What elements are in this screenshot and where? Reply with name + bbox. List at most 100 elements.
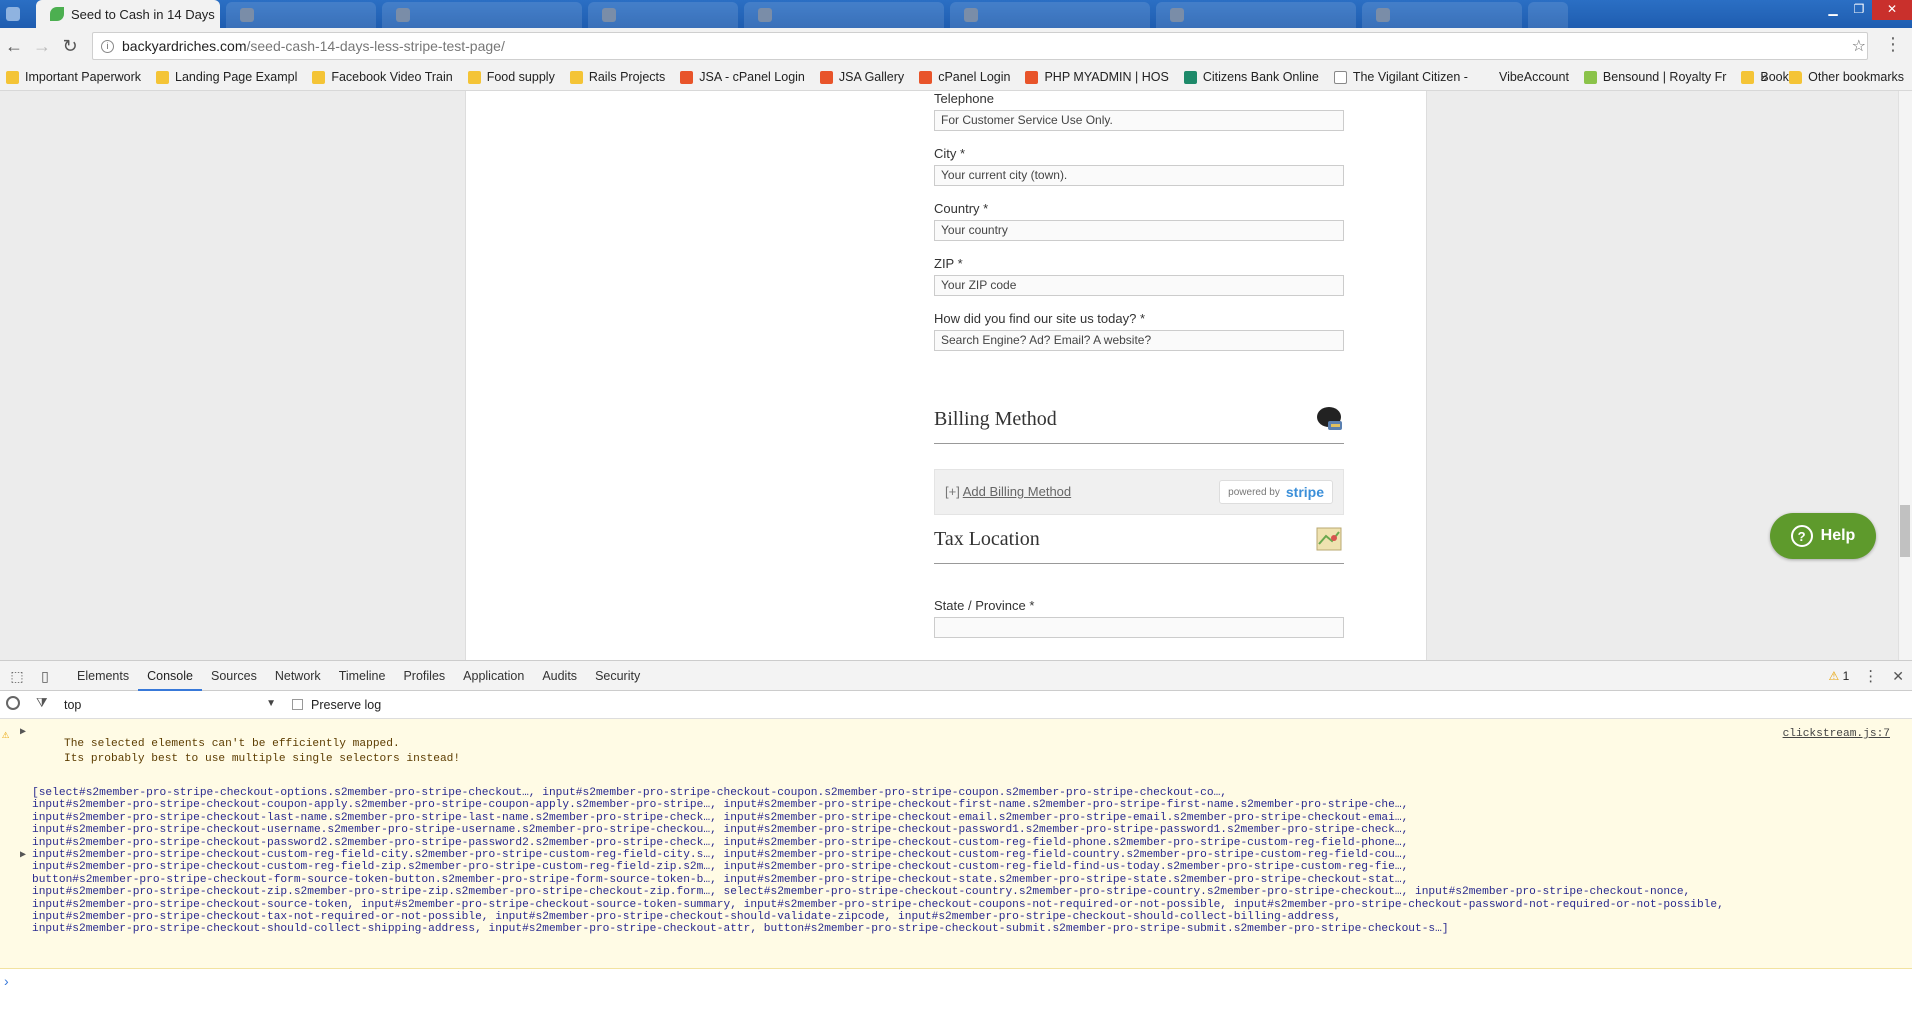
find-us-input[interactable]: Search Engine? Ad? Email? A website? [934, 330, 1344, 351]
tab-inactive[interactable] [226, 2, 376, 28]
devtools-tab-network[interactable]: Network [266, 661, 330, 691]
devtools-tab-timeline[interactable]: Timeline [330, 661, 395, 691]
context-selector[interactable]: top ▼ [64, 698, 276, 712]
bookmark-item[interactable]: JSA - cPanel Login [674, 70, 814, 84]
bookmark-item[interactable]: JSA Gallery [814, 70, 913, 84]
billing-method-header: Billing Method [934, 396, 1344, 444]
warning-message: The selected elements can't be efficient… [64, 738, 461, 765]
bookmark-item[interactable]: Important Paperwork [0, 70, 150, 84]
window-close-icon[interactable]: ✕ [1872, 0, 1912, 20]
bookmarks-overflow-icon[interactable]: » [1760, 68, 1768, 84]
bookmark-item[interactable]: Bensound | Royalty Fr [1578, 70, 1735, 84]
page-scrollbar[interactable] [1898, 91, 1912, 660]
find-us-label: How did you find our site us today? * [934, 311, 1146, 326]
help-button[interactable]: ? Help [1770, 513, 1876, 559]
page-scrollbar-thumb[interactable] [1900, 505, 1910, 557]
chevron-down-icon: ▼ [266, 697, 276, 709]
folder-icon [1741, 70, 1755, 84]
tab-close-icon[interactable]: ✕ [215, 6, 220, 23]
powered-by-stripe-badge: powered by stripe [1219, 480, 1333, 504]
tax-location-header: Tax Location [934, 516, 1344, 564]
city-field-group: City * Your current city (town). [934, 146, 1344, 186]
bookmark-item[interactable]: PHP MYADMIN | HOS [1019, 70, 1177, 84]
folder-icon [156, 70, 170, 84]
devtools-tab-audits[interactable]: Audits [533, 661, 586, 691]
bookmark-item[interactable]: VibeAccount [1477, 70, 1578, 84]
tab-inactive[interactable] [1156, 2, 1356, 28]
devtools-tab-profiles[interactable]: Profiles [394, 661, 454, 691]
devtools-tab-security[interactable]: Security [586, 661, 649, 691]
url-input[interactable]: i backyardriches.com/seed-cash-14-days-l… [92, 32, 1868, 60]
cpanel-icon [919, 70, 933, 84]
bookmark-item[interactable]: cPanel Login [913, 70, 1019, 84]
bookmark-item[interactable]: Food supply [462, 70, 564, 84]
folder-icon [467, 70, 481, 84]
devtools-menu-icon[interactable]: ⋮ [1863, 667, 1878, 685]
cpanel-icon [819, 70, 833, 84]
city-input[interactable]: Your current city (town). [934, 165, 1344, 186]
bookmarks-bar: Important Paperwork Landing Page Exampl … [0, 64, 1912, 91]
bookmark-item[interactable]: Citizens Bank Online [1178, 70, 1328, 84]
tab-active[interactable]: Seed to Cash in 14 Days ✕ [36, 0, 220, 28]
checkbox-icon [292, 699, 303, 710]
bensound-icon [1583, 70, 1597, 84]
devtools-tab-elements[interactable]: Elements [68, 661, 138, 691]
warning-icon: ⚠ [1828, 669, 1840, 683]
wallet-icon [1317, 407, 1342, 430]
browser-menu-icon[interactable]: ⋮ [1884, 34, 1902, 55]
inspect-element-icon[interactable]: ⬚ [6, 665, 28, 687]
map-icon [1316, 527, 1342, 551]
devtools-tab-console[interactable]: Console [138, 661, 202, 691]
cpanel-icon [680, 70, 694, 84]
new-tab-button[interactable] [1528, 2, 1568, 28]
filter-icon[interactable]: ⧩ [36, 695, 48, 711]
add-billing-method-link[interactable]: [+] Add Billing Method [945, 484, 1071, 499]
info-icon[interactable]: i [101, 39, 114, 53]
maximize-icon[interactable]: ❐ [1846, 0, 1872, 20]
devtools-close-icon[interactable]: ✕ [1892, 668, 1904, 685]
console-prompt[interactable]: › [4, 973, 9, 989]
preserve-log-checkbox[interactable]: Preserve log [292, 698, 381, 712]
tab-inactive[interactable] [382, 2, 582, 28]
help-label: Help [1820, 527, 1856, 544]
back-icon[interactable]: ← [0, 32, 28, 60]
country-select[interactable]: Your country [934, 220, 1344, 241]
bookmark-star-icon[interactable]: ☆ [1852, 36, 1866, 56]
forward-icon[interactable]: → [28, 32, 56, 60]
expand-arrow-icon[interactable]: ▶ [20, 726, 26, 738]
find-us-field-group: How did you find our site us today? * Se… [934, 311, 1344, 351]
device-mode-icon[interactable]: ▯ [34, 665, 56, 687]
clear-console-icon[interactable] [6, 696, 20, 710]
browser-titlebar: Seed to Cash in 14 Days ✕ ▁ ❐ ✕ [0, 0, 1912, 28]
tab-inactive[interactable] [950, 2, 1150, 28]
bookmark-item[interactable]: The Vigilant Citizen - [1328, 70, 1477, 84]
bookmark-item[interactable]: Landing Page Exampl [150, 70, 306, 84]
tab-inactive[interactable] [588, 2, 738, 28]
billing-method-title: Billing Method [934, 408, 1057, 430]
url-domain: backyardriches.com [122, 38, 247, 54]
app-menu-icon[interactable] [0, 0, 36, 28]
devtools-panel: ⬚ ▯ Elements Console Sources Network Tim… [0, 660, 1912, 1028]
tab-inactive[interactable] [1362, 2, 1522, 28]
tab-inactive[interactable] [744, 2, 944, 28]
bank-icon [1183, 70, 1197, 84]
bookmark-item[interactable]: Facebook Video Train [306, 70, 461, 84]
minimize-icon[interactable]: ▁ [1820, 0, 1846, 20]
reload-icon[interactable]: ↻ [56, 32, 84, 60]
telephone-input[interactable]: For Customer Service Use Only. [934, 110, 1344, 131]
source-link[interactable]: clickstream.js:7 [1783, 728, 1890, 740]
element-array-output[interactable]: [select#s2member-pro-stripe-checkout-opt… [32, 787, 1902, 936]
state-label: State / Province * [934, 598, 1035, 613]
devtools-tab-sources[interactable]: Sources [202, 661, 266, 691]
bookmark-item[interactable]: Rails Projects [564, 70, 674, 84]
tab-title: Seed to Cash in 14 Days [71, 6, 215, 22]
zip-input[interactable]: Your ZIP code [934, 275, 1344, 296]
state-input[interactable] [934, 617, 1344, 638]
city-label: City * [934, 146, 966, 161]
devtools-right-controls: ⚠ 1 ⋮ ✕ [1828, 667, 1904, 686]
warning-counter[interactable]: ⚠ 1 [1828, 669, 1849, 683]
other-bookmarks[interactable]: Other bookmarks [1789, 70, 1904, 84]
cpanel-icon [1025, 70, 1039, 84]
expand-arrow-icon[interactable]: ▶ [20, 849, 26, 861]
devtools-tab-application[interactable]: Application [454, 661, 533, 691]
